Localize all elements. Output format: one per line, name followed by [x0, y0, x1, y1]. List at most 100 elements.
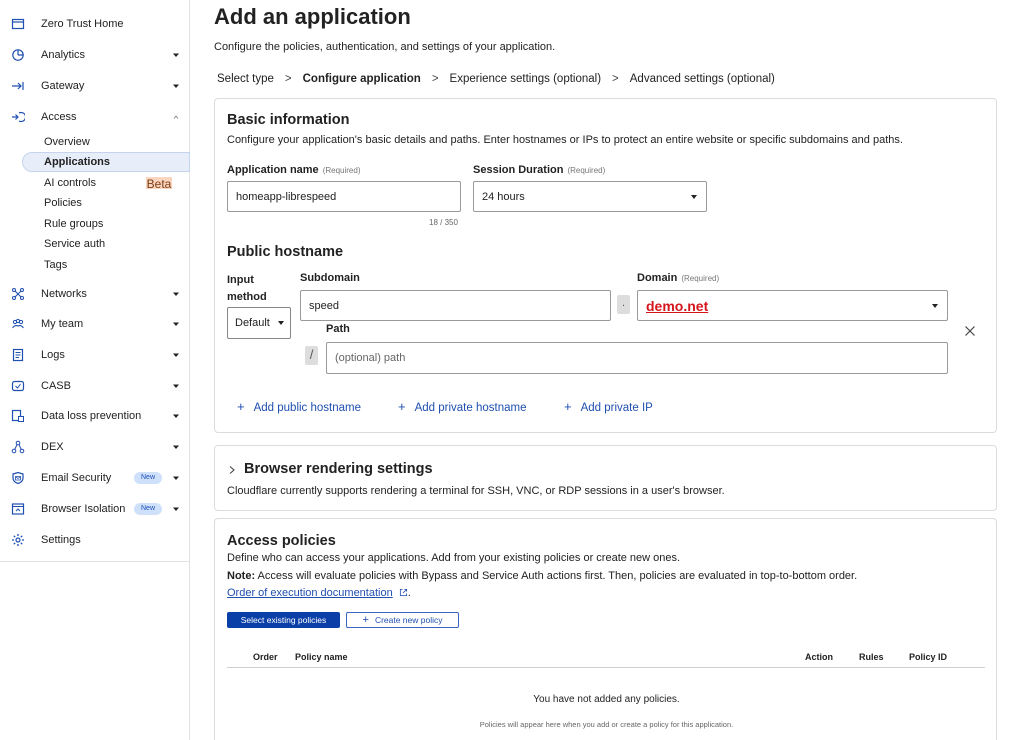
remove-hostname-close-icon[interactable]: [964, 325, 976, 337]
sidebar-item-email-security[interactable]: Email Security New: [0, 464, 189, 492]
plus-icon: +: [564, 399, 572, 414]
logs-icon: [11, 348, 25, 362]
sidebar-item-label: Settings: [41, 534, 81, 546]
step-experience-settings[interactable]: Experience settings (optional): [450, 73, 602, 85]
sidebar-item-casb[interactable]: CASB: [0, 372, 189, 400]
sidebar-nav: Zero Trust Home Analytics Gateway Access…: [0, 0, 190, 562]
chevron-down-icon: [932, 303, 938, 308]
column-header-policy-id[interactable]: Policy ID: [909, 652, 947, 662]
add-private-hostname-label: Add private hostname: [414, 402, 527, 414]
caret-up-icon: [173, 115, 179, 119]
step-separator: >: [284, 73, 292, 85]
sidebar-item-networks[interactable]: Networks: [0, 280, 189, 308]
select-existing-policies-button[interactable]: Select existing policies: [227, 612, 340, 628]
input-method-label: Input method: [227, 274, 267, 303]
add-public-hostname-button[interactable]: + Add public hostname: [237, 399, 361, 414]
public-hostname-heading: Public hostname: [227, 244, 344, 260]
access-policies-description: Define who can access your applications.…: [227, 552, 681, 564]
sidebar-item-label: Data loss prevention: [41, 410, 142, 422]
sidebar-item-my-team[interactable]: My team: [0, 310, 189, 338]
network-icon: [11, 287, 25, 301]
empty-policies-subtitle: Policies will appear here when you add o…: [479, 720, 734, 729]
access-policies-card: Access policies Define who can access yo…: [214, 518, 997, 740]
sidebar-item-label: CASB: [41, 380, 71, 392]
access-key-icon: [11, 110, 25, 124]
basic-information-description: Configure your application's basic detai…: [227, 134, 903, 146]
caret-down-icon: [173, 353, 179, 357]
column-header-policy-name[interactable]: Policy name: [295, 652, 348, 662]
sidebar-subitem-overview[interactable]: Overview: [44, 136, 90, 148]
sidebar-item-label: My team: [41, 318, 84, 330]
add-private-ip-button[interactable]: + Add private IP: [564, 399, 653, 414]
step-select-type[interactable]: Select type: [217, 73, 274, 85]
beta-badge: Beta: [146, 177, 172, 191]
sidebar-item-label: Gateway: [41, 80, 85, 92]
session-duration-label: Session Duration (Required): [473, 164, 605, 176]
gear-icon: [11, 533, 25, 547]
create-new-policy-button[interactable]: + Create new policy: [346, 612, 459, 628]
sidebar-item-label: Email Security: [41, 472, 112, 484]
domain-label-text: Domain: [637, 272, 678, 284]
browser-rendering-card[interactable]: Browser rendering settings Cloudflare cu…: [214, 445, 997, 511]
step-configure-application[interactable]: Configure application: [303, 73, 421, 85]
sidebar-item-zero-trust-home[interactable]: Zero Trust Home: [0, 10, 189, 38]
chevron-right-icon[interactable]: [228, 465, 236, 475]
sidebar-subitem-ai-controls[interactable]: AI controls: [44, 177, 96, 189]
access-policies-heading: Access policies: [227, 533, 336, 549]
sidebar-item-browser-isolation[interactable]: Browser Isolation New: [0, 495, 189, 523]
browser-rendering-heading[interactable]: Browser rendering settings: [244, 461, 433, 477]
sidebar-item-logs[interactable]: Logs: [0, 341, 189, 369]
column-header-action[interactable]: Action: [805, 652, 833, 662]
new-badge: New: [134, 503, 163, 515]
domain-label: Domain (Required): [637, 272, 719, 284]
application-name-input[interactable]: homeapp-librespeed: [227, 181, 461, 212]
caret-down-icon: [173, 384, 179, 388]
caret-down-icon: [173, 292, 179, 296]
sidebar-item-dex[interactable]: DEX: [0, 433, 189, 461]
order-of-execution-link[interactable]: Order of execution documentation: [227, 587, 393, 599]
dlp-document-icon: [11, 409, 25, 423]
link-suffix: .: [407, 587, 411, 599]
wizard-steps: Select type > Configure application > Ex…: [217, 73, 786, 85]
sidebar-item-access[interactable]: Access: [0, 103, 189, 131]
access-policies-note: Note: Access will evaluate policies with…: [227, 570, 857, 582]
gateway-arrow-icon: [11, 79, 25, 93]
input-method-select[interactable]: Default: [227, 307, 291, 339]
sidebar-subitem-rule-groups[interactable]: Rule groups: [44, 218, 103, 230]
sidebar-item-gateway[interactable]: Gateway: [0, 72, 189, 100]
sidebar-subitem-tags[interactable]: Tags: [44, 259, 67, 271]
application-name-label: Application name (Required): [227, 164, 360, 176]
required-hint: (Required): [322, 166, 361, 175]
session-duration-select[interactable]: 24 hours: [473, 181, 707, 212]
external-link-icon[interactable]: [399, 588, 408, 597]
plus-icon: +: [398, 399, 406, 414]
sidebar-item-label: Logs: [41, 349, 65, 361]
subdomain-input[interactable]: speed: [300, 290, 611, 321]
create-new-policy-label: Create new policy: [374, 615, 443, 625]
domain-dot-separator: .: [617, 295, 630, 314]
sidebar-item-label: Analytics: [41, 49, 86, 61]
sidebar-subitem-policies[interactable]: Policies: [44, 197, 82, 209]
sidebar-subitem-service-auth[interactable]: Service auth: [44, 238, 105, 250]
chevron-down-icon: [278, 321, 284, 325]
sidebar-item-settings[interactable]: Settings: [0, 526, 189, 554]
required-hint: (Required): [567, 166, 606, 175]
path-label: Path: [326, 323, 350, 335]
sidebar-item-data-loss-prevention[interactable]: Data loss prevention: [0, 402, 189, 430]
session-duration-value: 24 hours: [482, 190, 525, 203]
column-header-order[interactable]: Order: [253, 652, 278, 662]
sidebar-item-label: DEX: [41, 441, 64, 453]
browser-window-icon: [11, 17, 25, 31]
sidebar-subitem-applications[interactable]: Applications: [44, 156, 110, 168]
domain-select[interactable]: demo.net: [637, 290, 948, 321]
team-icon: [11, 317, 25, 331]
browser-isolation-icon: [11, 502, 25, 516]
step-separator: >: [431, 73, 439, 85]
add-private-hostname-button[interactable]: + Add private hostname: [398, 399, 526, 414]
sidebar-item-label: Browser Isolation: [41, 503, 126, 515]
step-advanced-settings[interactable]: Advanced settings (optional): [630, 73, 775, 85]
path-input[interactable]: (optional) path: [326, 342, 948, 374]
column-header-rules[interactable]: Rules: [859, 652, 884, 662]
input-method-value: Default: [235, 317, 270, 329]
sidebar-item-analytics[interactable]: Analytics: [0, 41, 189, 69]
